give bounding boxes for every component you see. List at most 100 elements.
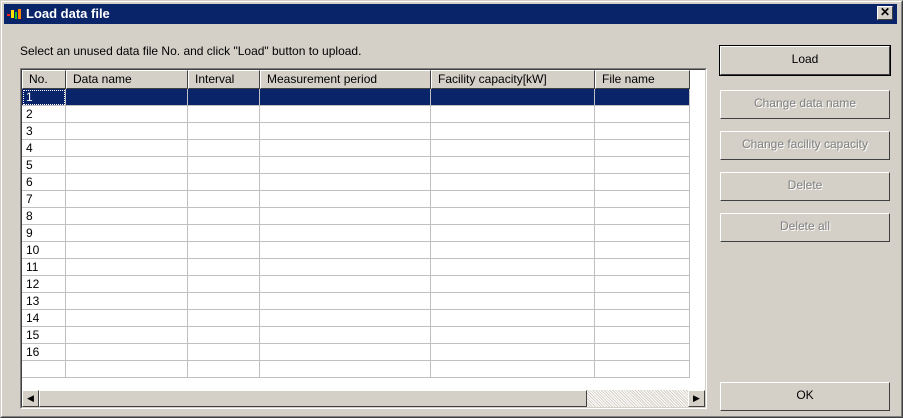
table-cell bbox=[260, 259, 431, 276]
table-row[interactable]: 12 bbox=[22, 276, 690, 293]
ok-label: OK bbox=[796, 388, 814, 402]
change-facility-capacity-label: Change facility capacity bbox=[741, 137, 869, 151]
table-row[interactable]: 13 bbox=[22, 293, 690, 310]
table-cell bbox=[188, 327, 260, 344]
close-button[interactable]: ✕ bbox=[877, 6, 893, 20]
row-number-cell: 14 bbox=[22, 310, 66, 327]
table-cell bbox=[260, 157, 431, 174]
table-cell bbox=[188, 276, 260, 293]
table-cell bbox=[188, 123, 260, 140]
data-file-list[interactable]: No. Data name Interval Measurement period Fa… bbox=[20, 68, 707, 409]
table-cell bbox=[66, 361, 188, 378]
table-cell bbox=[595, 191, 690, 208]
delete-button[interactable]: Delete bbox=[720, 172, 890, 201]
table-row[interactable]: 2 bbox=[22, 106, 690, 123]
table-cell bbox=[260, 123, 431, 140]
table-cell bbox=[595, 276, 690, 293]
delete-all-button[interactable]: Delete all bbox=[720, 213, 890, 242]
table-row[interactable]: 15 bbox=[22, 327, 690, 344]
row-number-cell: 13 bbox=[22, 293, 66, 310]
table-cell bbox=[66, 344, 188, 361]
row-number-cell: 4 bbox=[22, 140, 66, 157]
column-header[interactable]: File name bbox=[595, 70, 690, 89]
row-number-cell: 5 bbox=[22, 157, 66, 174]
table-cell bbox=[431, 310, 595, 327]
table-row[interactable]: 4 bbox=[22, 140, 690, 157]
table-cell bbox=[188, 106, 260, 123]
table-cell bbox=[431, 327, 595, 344]
horizontal-scrollbar[interactable]: ◀ ▶ bbox=[22, 390, 705, 407]
table-row[interactable]: 9 bbox=[22, 225, 690, 242]
column-header[interactable]: Interval bbox=[188, 70, 260, 89]
column-header[interactable]: Facility capacity[kW] bbox=[431, 70, 595, 89]
table-cell bbox=[431, 242, 595, 259]
table-cell bbox=[431, 140, 595, 157]
table-cell bbox=[431, 276, 595, 293]
arrow-right-icon[interactable]: ▶ bbox=[688, 390, 705, 407]
table-row[interactable]: 1 bbox=[22, 89, 690, 106]
row-number-cell: 3 bbox=[22, 123, 66, 140]
table-cell bbox=[188, 259, 260, 276]
table-row[interactable]: 14 bbox=[22, 310, 690, 327]
table-row[interactable]: 6 bbox=[22, 174, 690, 191]
table-cell bbox=[595, 361, 690, 378]
table-cell bbox=[431, 259, 595, 276]
table-cell bbox=[595, 208, 690, 225]
table-cell bbox=[188, 310, 260, 327]
table-row[interactable]: 3 bbox=[22, 123, 690, 140]
column-header[interactable]: No. bbox=[22, 70, 66, 89]
table-row[interactable]: 8 bbox=[22, 208, 690, 225]
table-cell bbox=[431, 293, 595, 310]
table-cell bbox=[595, 293, 690, 310]
table-cell bbox=[595, 242, 690, 259]
ok-button[interactable]: OK bbox=[720, 382, 890, 411]
table-cell bbox=[431, 174, 595, 191]
table-row[interactable]: 11 bbox=[22, 259, 690, 276]
table-cell bbox=[260, 310, 431, 327]
change-facility-capacity-button[interactable]: Change facility capacity bbox=[720, 131, 890, 160]
table-cell bbox=[188, 89, 260, 106]
table-cell bbox=[260, 191, 431, 208]
table-cell bbox=[431, 123, 595, 140]
change-data-name-button[interactable]: Change data name bbox=[720, 90, 890, 119]
table-cell bbox=[188, 208, 260, 225]
title-bar[interactable]: Load data file ✕ bbox=[4, 4, 897, 24]
table-cell bbox=[431, 89, 595, 106]
row-number-cell: 10 bbox=[22, 242, 66, 259]
table-cell bbox=[260, 344, 431, 361]
table-row[interactable]: 5 bbox=[22, 157, 690, 174]
load-button-label: Load bbox=[791, 52, 819, 66]
table-cell bbox=[66, 123, 188, 140]
table-cell bbox=[595, 310, 690, 327]
column-header[interactable]: Data name bbox=[66, 70, 188, 89]
table-cell bbox=[260, 276, 431, 293]
table-cell bbox=[66, 208, 188, 225]
table-cell bbox=[595, 225, 690, 242]
delete-all-label: Delete all bbox=[779, 219, 831, 233]
table-cell bbox=[188, 191, 260, 208]
scrollbar-thumb[interactable] bbox=[39, 390, 587, 407]
table-cell bbox=[431, 191, 595, 208]
load-data-file-dialog: Load data file ✕ Select an unused data f… bbox=[0, 0, 903, 418]
close-icon: ✕ bbox=[879, 5, 891, 19]
table-cell bbox=[66, 259, 188, 276]
table-row[interactable]: 7 bbox=[22, 191, 690, 208]
table-cell bbox=[188, 344, 260, 361]
table-cell bbox=[595, 327, 690, 344]
table-cell bbox=[66, 174, 188, 191]
table-row[interactable]: 10 bbox=[22, 242, 690, 259]
table-cell bbox=[66, 157, 188, 174]
load-button[interactable]: Load bbox=[719, 45, 891, 76]
table-row[interactable]: 16 bbox=[22, 344, 690, 361]
table-cell bbox=[66, 140, 188, 157]
column-header[interactable]: Measurement period bbox=[260, 70, 431, 89]
table-cell bbox=[260, 89, 431, 106]
table-cell bbox=[595, 259, 690, 276]
table-cell bbox=[66, 225, 188, 242]
table-row[interactable] bbox=[22, 361, 690, 378]
row-number-cell: 7 bbox=[22, 191, 66, 208]
row-number-cell: 15 bbox=[22, 327, 66, 344]
arrow-left-icon[interactable]: ◀ bbox=[22, 390, 39, 407]
window-title: Load data file bbox=[26, 6, 110, 21]
table-cell bbox=[595, 89, 690, 106]
